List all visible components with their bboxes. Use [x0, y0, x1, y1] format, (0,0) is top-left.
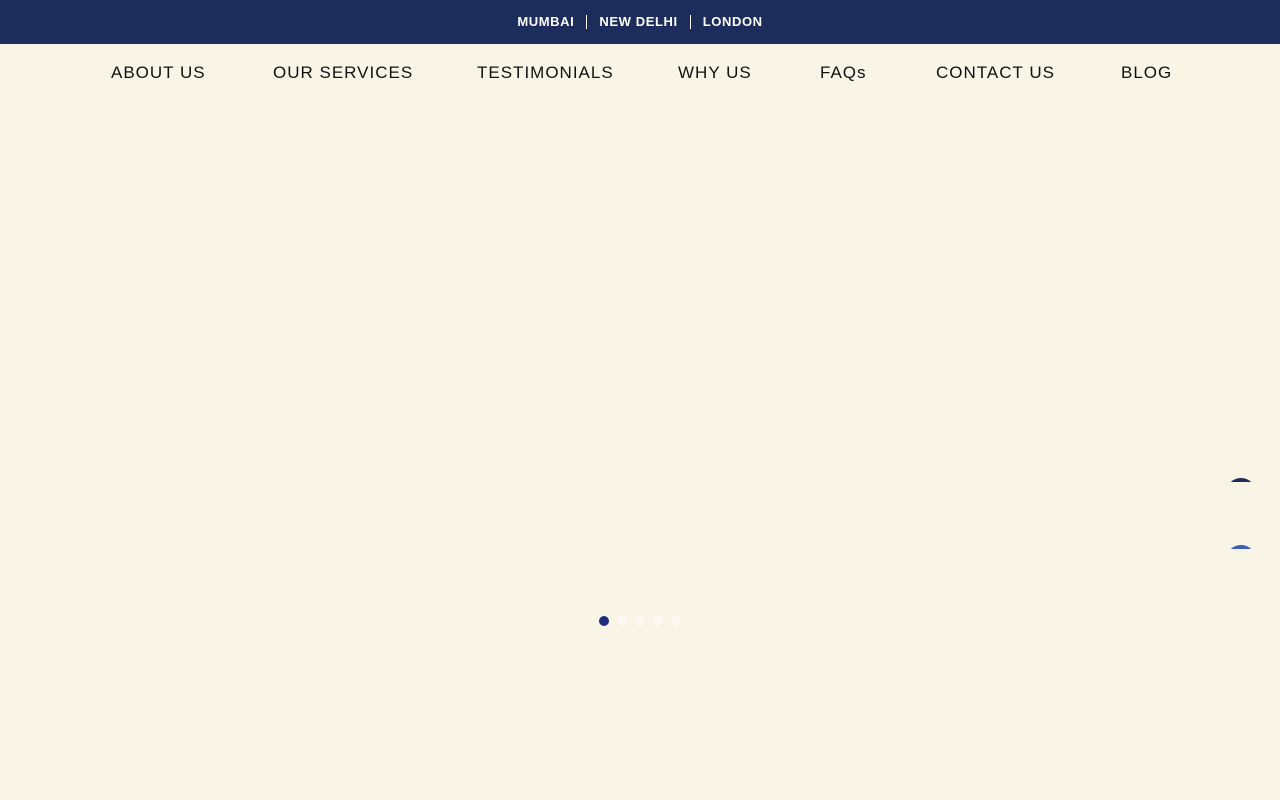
carousel-dot[interactable]	[653, 616, 663, 626]
nav-item-why-us[interactable]: WHY US	[678, 63, 752, 83]
nav-item-blog[interactable]: BLOG	[1121, 63, 1172, 83]
nav-item-about-us[interactable]: ABOUT US	[111, 63, 206, 83]
hero-carousel	[0, 100, 1280, 660]
nav-item-our-services[interactable]: OUR SERVICES	[273, 63, 413, 83]
city-link-new-delhi[interactable]: NEW DELHI	[587, 15, 689, 29]
carousel-dot[interactable]	[671, 616, 681, 626]
nav-item-contact-us[interactable]: CONTACT US	[936, 63, 1055, 83]
nav-item-faqs[interactable]: FAQs	[820, 63, 867, 83]
carousel-pagination	[599, 616, 681, 626]
nav-item-testimonials[interactable]: TESTIMONIALS	[477, 63, 614, 83]
city-link-mumbai[interactable]: MUMBAI	[505, 15, 586, 29]
carousel-dot[interactable]	[635, 616, 645, 626]
main-navigation: ABOUT US OUR SERVICES TESTIMONIALS WHY U…	[0, 44, 1280, 100]
top-bar: MUMBAI NEW DELHI LONDON	[0, 0, 1280, 44]
carousel-dot[interactable]	[617, 616, 627, 626]
carousel-dot[interactable]	[599, 616, 609, 626]
city-link-london[interactable]: LONDON	[691, 15, 775, 29]
